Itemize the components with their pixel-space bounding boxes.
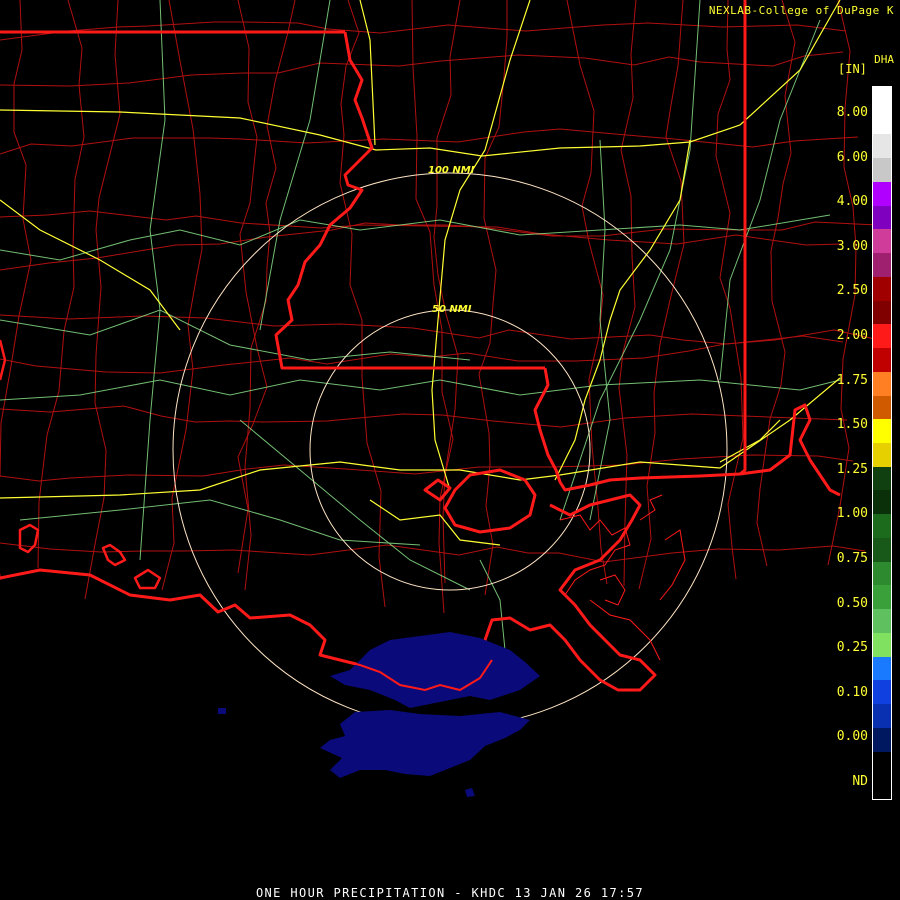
interstates bbox=[0, 0, 841, 546]
legend-color-swatch bbox=[873, 632, 891, 657]
legend-color-swatch bbox=[873, 158, 891, 182]
legend-tick-label: 2.50 bbox=[836, 283, 868, 299]
legend-color-swatch bbox=[873, 371, 891, 396]
legend-color-swatch bbox=[873, 585, 891, 610]
range-ring-50nmi bbox=[309, 309, 591, 591]
legend-color-swatch bbox=[873, 348, 891, 372]
legend-color-swatch bbox=[873, 324, 891, 349]
product-title: ONE HOUR PRECIPITATION - KHDC 13 JAN 26 … bbox=[255, 886, 645, 900]
credit-text: NEXLAB-College of DuPage K bbox=[708, 4, 894, 17]
legend-tick-label: 1.00 bbox=[836, 506, 868, 522]
legend-color-swatch bbox=[873, 537, 891, 562]
legend-color-swatch bbox=[873, 253, 891, 277]
ring-label-inner: 50 NMI bbox=[432, 304, 472, 315]
legend-color-swatch bbox=[873, 775, 891, 800]
highways bbox=[0, 0, 841, 651]
legend-color-swatch bbox=[873, 466, 891, 491]
legend-unit-label: [IN] bbox=[838, 62, 867, 76]
legend-color-swatch bbox=[873, 419, 891, 444]
radar-map bbox=[0, 0, 878, 797]
legend-color-swatch bbox=[873, 276, 891, 301]
legend-tick-label: 0.75 bbox=[836, 551, 868, 566]
legend-color-swatch bbox=[873, 727, 891, 752]
legend-color-swatch bbox=[873, 561, 891, 586]
color-legend-bar bbox=[872, 86, 892, 800]
legend-color-swatch bbox=[873, 514, 891, 538]
legend-color-swatch bbox=[873, 490, 891, 515]
legend-tick-label: 2.00 bbox=[836, 328, 868, 343]
legend-tick-label: ND bbox=[852, 774, 868, 789]
legend-color-swatch bbox=[873, 205, 891, 230]
product-code: DHA bbox=[874, 53, 894, 66]
marsh-islands bbox=[559, 494, 686, 661]
legend-tick-label: 0.50 bbox=[836, 595, 868, 611]
legend-tick-label: 6.00 bbox=[836, 149, 868, 165]
legend-color-swatch bbox=[873, 680, 891, 705]
ring-label-outer: 100 NMI bbox=[428, 165, 475, 176]
legend-color-swatch bbox=[873, 704, 891, 728]
legend-tick-label: 3.00 bbox=[836, 238, 868, 254]
legend-color-swatch bbox=[873, 110, 891, 135]
legend-tick-label: 8.00 bbox=[836, 105, 868, 120]
legend-tick-label: 1.25 bbox=[836, 461, 868, 477]
legend-tick-label: 4.00 bbox=[836, 194, 868, 210]
legend-color-swatch bbox=[873, 609, 891, 633]
legend-color-swatch bbox=[873, 87, 891, 111]
legend-color-swatch bbox=[873, 443, 891, 467]
legend-color-swatch bbox=[873, 395, 891, 420]
legend-tick-label: 0.25 bbox=[836, 640, 868, 656]
legend-tick-label: 0.10 bbox=[836, 684, 868, 700]
legend-color-swatch bbox=[873, 229, 891, 254]
legend-tick-label: 1.75 bbox=[836, 372, 868, 388]
legend-color-swatch bbox=[873, 181, 891, 206]
legend-color-swatch bbox=[873, 134, 891, 159]
legend-tick-label: 0.00 bbox=[836, 729, 868, 745]
legend-color-swatch bbox=[873, 751, 891, 776]
legend-color-swatch bbox=[873, 300, 891, 325]
legend-tick-label: 1.50 bbox=[836, 417, 868, 433]
legend-color-swatch bbox=[873, 656, 891, 681]
